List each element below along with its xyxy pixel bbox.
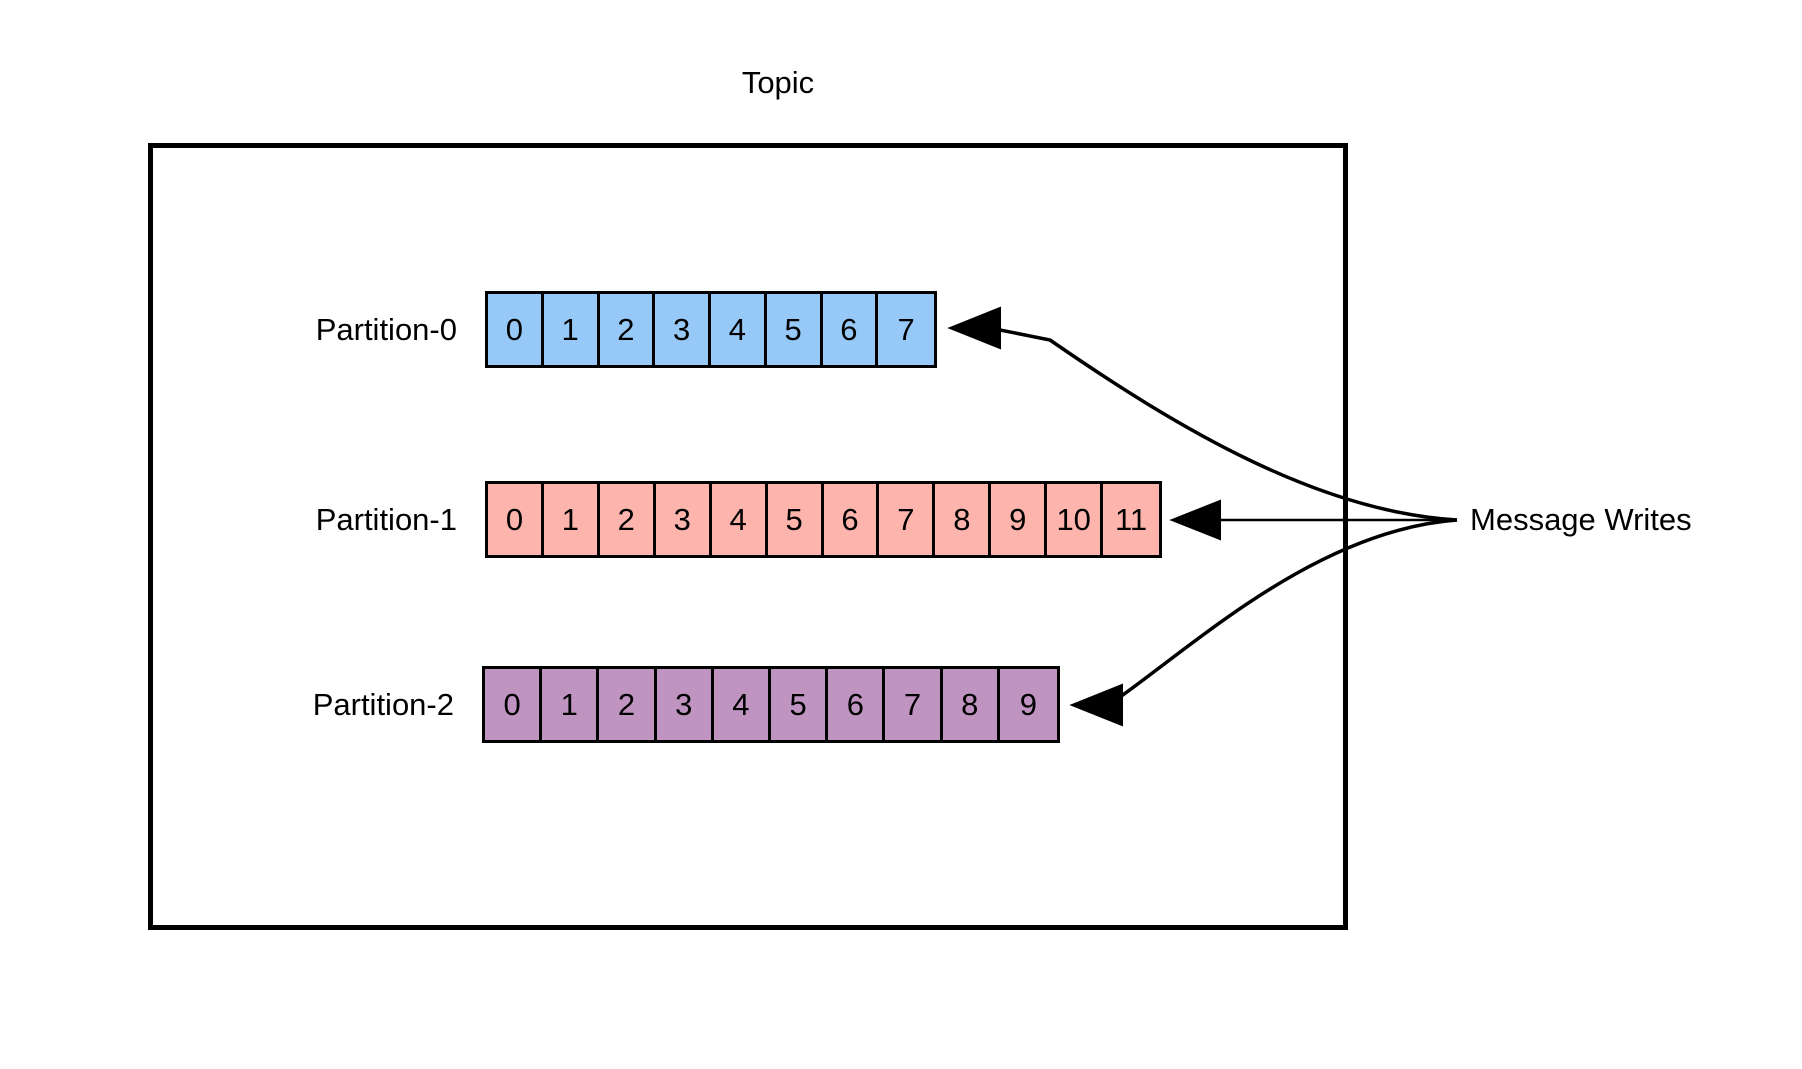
message-cell: 5	[767, 484, 824, 555]
message-cell: 1	[542, 669, 600, 740]
message-cell: 2	[599, 669, 657, 740]
message-cell: 4	[713, 669, 772, 740]
message-cell: 6	[828, 669, 886, 740]
message-cell: 6	[823, 484, 880, 555]
message-cell: 6	[822, 294, 879, 365]
message-cell: 7	[885, 669, 943, 740]
message-cell: 1	[543, 484, 600, 555]
message-cell: 8	[935, 484, 992, 555]
message-cell: 5	[771, 669, 829, 740]
message-cell: 2	[599, 484, 656, 555]
message-cell: 9	[991, 484, 1048, 555]
partition-row-1: Partition-1 0 1 2 3 4 5 6 7 8 9 10 11	[316, 481, 1162, 558]
message-cell: 3	[655, 294, 711, 365]
message-cell: 5	[766, 294, 823, 365]
message-cell: 7	[878, 294, 934, 365]
message-cell: 11	[1103, 484, 1160, 555]
message-cell: 0	[485, 669, 543, 740]
message-cell: 2	[599, 294, 656, 365]
message-cell: 0	[488, 294, 544, 365]
partition-0-cells: 0 1 2 3 4 5 6 7	[485, 291, 937, 368]
partition-row-2: Partition-2 0 1 2 3 4 5 6 7 8 9	[313, 666, 1060, 743]
diagram-canvas: Topic Partition-0 0 1 2 3 4 5 6 7 Partit…	[0, 0, 1802, 1069]
partition-1-label: Partition-1	[315, 501, 457, 537]
message-cell: 8	[942, 669, 1000, 740]
message-cell: 1	[543, 294, 600, 365]
message-cell: 9	[999, 669, 1057, 740]
partition-2-cells: 0 1 2 3 4 5 6 7 8 9	[482, 666, 1060, 743]
message-writes-label: Message Writes	[1470, 502, 1692, 537]
partition-2-label: Partition-2	[312, 686, 454, 722]
message-cell: 10	[1047, 484, 1104, 555]
message-cell: 4	[711, 294, 767, 365]
message-cell: 0	[488, 484, 544, 555]
partition-row-0: Partition-0 0 1 2 3 4 5 6 7	[316, 291, 937, 368]
message-cell: 3	[656, 669, 714, 740]
partition-0-label: Partition-0	[315, 311, 457, 347]
message-cell: 4	[711, 484, 768, 555]
page-title: Topic	[741, 65, 815, 100]
message-cell: 7	[879, 484, 936, 555]
message-cell: 3	[655, 484, 712, 555]
partition-1-cells: 0 1 2 3 4 5 6 7 8 9 10 11	[485, 481, 1162, 558]
